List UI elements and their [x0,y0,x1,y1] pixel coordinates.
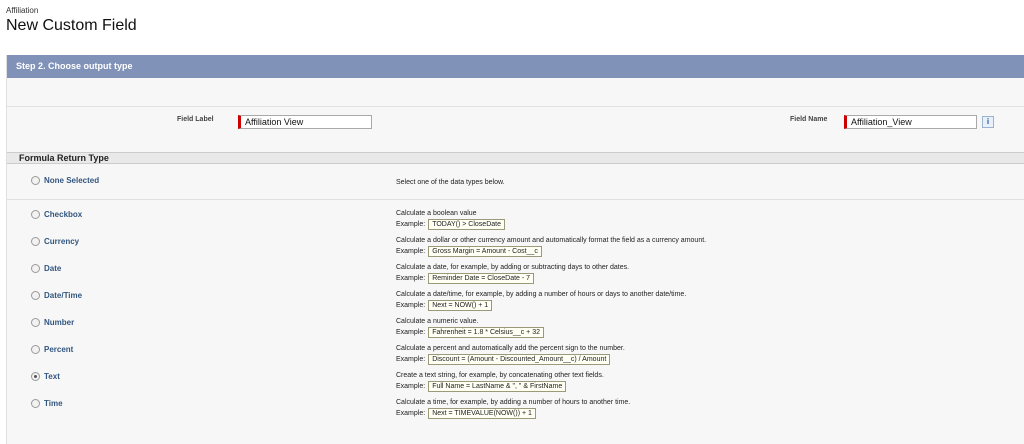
type-description: Calculate a date/time, for example, by a… [396,291,687,298]
example-prefix: Example: [396,410,426,417]
radio-checkbox[interactable] [31,210,40,219]
example-prefix: Example: [396,329,426,336]
type-label[interactable]: Time [44,399,63,408]
type-row-date-time: Date/Time Calculate a date/time, for exam… [7,287,1024,314]
type-example: Example: Reminder Date = CloseDate - 7 [396,273,535,284]
type-description: Create a text string, for example, by co… [396,372,604,379]
type-label[interactable]: Percent [44,345,73,354]
type-label[interactable]: Date/Time [44,291,82,300]
type-label[interactable]: None Selected [44,176,99,185]
type-description: Calculate a dollar or other currency amo… [396,237,707,244]
example-prefix: Example: [396,248,426,255]
field-row: Field Label Affiliation View Field Name … [7,106,1024,152]
type-row-checkbox: Checkbox Calculate a boolean value Example… [7,206,1024,233]
info-icon[interactable]: i [982,116,994,128]
page-title: New Custom Field [6,17,137,34]
type-label[interactable]: Currency [44,237,79,246]
type-row-date: Date Calculate a date, for example, by ad… [7,260,1024,287]
example-prefix: Example: [396,383,426,390]
example-code: Gross Margin = Amount - Cost__c [428,246,542,257]
example-code: TODAY() > CloseDate [428,219,505,230]
type-row-number: Number Calculate a numeric value. Example:… [7,314,1024,341]
field-name-label: Field Name [790,116,828,123]
page-header: Affiliation New Custom Field [6,6,137,35]
type-example: Example: Discount = (Amount - Discounted_… [396,354,611,365]
example-code: Next = TIMEVALUE(NOW()) + 1 [428,408,536,419]
type-example: Example: Next = NOW() + 1 [396,300,493,311]
type-example: Example: Gross Margin = Amount - Cost__c [396,246,542,257]
example-code: Discount = (Amount - Discounted_Amount__… [428,354,611,365]
example-prefix: Example: [396,275,426,282]
field-label-input[interactable]: Affiliation View [238,115,372,129]
example-code: Full Name = LastName & ", " & FirstName [428,381,567,392]
example-code: Reminder Date = CloseDate - 7 [428,273,535,284]
type-example: Example: TODAY() > CloseDate [396,219,505,230]
type-description: Select one of the data types below. [396,179,505,186]
type-label[interactable]: Text [44,372,60,381]
type-row-none: None Selected Select one of the data typ… [7,172,1024,200]
radio-none-selected[interactable] [31,176,40,185]
example-prefix: Example: [396,221,426,228]
type-label[interactable]: Checkbox [44,210,82,219]
type-row-percent: Percent Calculate a percent and automatic… [7,341,1024,368]
step-title: Step 2. Choose output type [7,55,1024,78]
wizard-panel: Step 2. Choose output type Field Label A… [6,55,1024,444]
type-row-text: Text Create a text string, for example, b… [7,368,1024,395]
breadcrumb: Affiliation [6,6,39,15]
type-description: Calculate a time, for example, by adding… [396,399,631,406]
type-row-time: Time Calculate a time, for example, by ad… [7,395,1024,422]
field-label-label: Field Label [177,116,214,123]
type-description: Calculate a numeric value. [396,318,479,325]
example-code: Fahrenheit = 1.8 * Celsius__c + 32 [428,327,544,338]
radio-text[interactable] [31,372,40,381]
formula-return-type-header: Formula Return Type [7,152,1024,164]
type-label[interactable]: Date [44,264,61,273]
radio-number[interactable] [31,318,40,327]
example-code: Next = NOW() + 1 [428,300,493,311]
radio-currency[interactable] [31,237,40,246]
radio-time[interactable] [31,399,40,408]
type-list: Checkbox Calculate a boolean value Example… [7,201,1024,422]
type-description: Calculate a date, for example, by adding… [396,264,630,271]
radio-percent[interactable] [31,345,40,354]
type-example: Example: Full Name = LastName & ", " & Fi… [396,381,567,392]
type-label[interactable]: Number [44,318,74,327]
radio-date[interactable] [31,264,40,273]
spacer [7,78,1024,106]
type-description: Calculate a boolean value [396,210,477,217]
example-prefix: Example: [396,302,426,309]
type-example: Example: Fahrenheit = 1.8 * Celsius__c + … [396,327,544,338]
example-prefix: Example: [396,356,426,363]
type-description: Calculate a percent and automatically ad… [396,345,625,352]
field-name-input[interactable]: Affiliation_View [844,115,977,129]
type-example: Example: Next = TIMEVALUE(NOW()) + 1 [396,408,536,419]
type-row-currency: Currency Calculate a dollar or other curr… [7,233,1024,260]
radio-date-time[interactable] [31,291,40,300]
